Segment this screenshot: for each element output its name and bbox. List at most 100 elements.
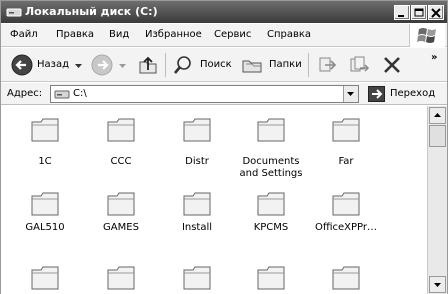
maximize-button[interactable] bbox=[411, 5, 427, 20]
folder-icon bbox=[332, 266, 360, 290]
folders-label: Папки bbox=[269, 59, 302, 70]
close-icon bbox=[431, 8, 441, 18]
go-button[interactable]: Переход bbox=[366, 85, 444, 103]
copy-to-button[interactable] bbox=[346, 52, 372, 78]
address-bar: Адрес: C:\ Переход bbox=[1, 83, 447, 105]
go-label: Переход bbox=[390, 88, 436, 99]
folder-icon bbox=[31, 118, 59, 142]
folder-icon bbox=[107, 118, 135, 142]
delete-button[interactable] bbox=[379, 52, 405, 78]
toolbar-separator bbox=[165, 53, 166, 77]
folder-icon bbox=[257, 192, 285, 216]
folder-icon bbox=[107, 266, 135, 290]
folder-label: CCC bbox=[110, 156, 132, 167]
folder-item[interactable] bbox=[83, 264, 159, 294]
search-label: Поиск bbox=[200, 59, 232, 70]
address-input[interactable]: C:\ bbox=[50, 85, 359, 103]
title-bar[interactable]: Локальный диск (C:) bbox=[1, 1, 447, 23]
address-dropdown-button[interactable] bbox=[343, 86, 358, 102]
folder-icon bbox=[31, 266, 59, 290]
folder-item[interactable] bbox=[233, 264, 309, 294]
move-to-icon bbox=[319, 57, 337, 72]
forward-arrow-icon bbox=[91, 54, 113, 76]
folder-item[interactable]: Distr bbox=[159, 116, 235, 176]
folders-button[interactable]: Папки bbox=[239, 52, 303, 78]
drive-icon bbox=[6, 8, 22, 17]
address-value: C:\ bbox=[73, 88, 87, 99]
menu-tools[interactable]: Сервис bbox=[214, 29, 251, 40]
toolbar-overflow-chevron[interactable]: » bbox=[431, 52, 437, 63]
folder-icon bbox=[257, 266, 285, 290]
explorer-window: Локальный диск (C:) Файл Правка Вид Избр… bbox=[0, 0, 448, 294]
menu-favorites[interactable]: Избранное bbox=[145, 29, 202, 40]
folder-item[interactable] bbox=[7, 264, 83, 294]
chevron-down-icon bbox=[119, 64, 126, 68]
folders-icon bbox=[242, 60, 262, 73]
chevron-down-icon bbox=[75, 64, 82, 68]
maximize-icon bbox=[414, 8, 424, 17]
folder-label: OfficeXPPr… bbox=[314, 222, 378, 233]
folder-label: GAMES bbox=[103, 222, 139, 233]
drive-icon bbox=[54, 90, 70, 99]
minimize-icon bbox=[398, 15, 404, 17]
folder-label: KPCMS bbox=[253, 222, 289, 233]
back-button[interactable]: Назад bbox=[9, 52, 85, 78]
folder-up-icon bbox=[139, 56, 157, 74]
folder-view: 1C CCC Distr Documents and Settings Far … bbox=[1, 106, 427, 294]
menu-view[interactable]: Вид bbox=[109, 29, 129, 40]
back-arrow-icon bbox=[11, 54, 33, 76]
minimize-button[interactable] bbox=[394, 5, 410, 20]
folder-label: Documents and Settings bbox=[239, 156, 303, 179]
folder-label: GAL510 bbox=[25, 222, 65, 233]
toolbar: Назад Поиск Папки » bbox=[1, 48, 447, 82]
folder-item[interactable] bbox=[308, 264, 384, 294]
search-button[interactable]: Поиск bbox=[170, 52, 234, 78]
up-folder-button[interactable] bbox=[135, 52, 161, 78]
folder-item[interactable]: OfficeXPPr… bbox=[308, 190, 384, 246]
folder-icon bbox=[183, 266, 211, 290]
folder-item[interactable]: Install bbox=[159, 190, 235, 246]
folder-icon bbox=[257, 118, 285, 142]
vertical-scrollbar[interactable] bbox=[427, 106, 447, 294]
scroll-thumb[interactable] bbox=[429, 125, 446, 147]
windows-logo bbox=[409, 24, 445, 47]
toolbar-separator bbox=[308, 53, 309, 77]
forward-button[interactable] bbox=[89, 52, 129, 78]
chevron-up-icon bbox=[434, 113, 441, 117]
folder-item[interactable]: 1C bbox=[7, 116, 83, 176]
folder-label: Far bbox=[338, 156, 354, 167]
menu-file[interactable]: Файл bbox=[10, 29, 38, 40]
chevron-down-icon bbox=[347, 92, 354, 96]
scroll-down-button[interactable] bbox=[429, 276, 446, 293]
folder-item[interactable]: GAL510 bbox=[7, 190, 83, 246]
copy-to-icon bbox=[350, 56, 370, 72]
scroll-up-button[interactable] bbox=[429, 107, 446, 124]
folder-item[interactable]: Far bbox=[308, 116, 384, 176]
search-icon bbox=[174, 56, 191, 74]
menu-help[interactable]: Справка bbox=[267, 29, 311, 40]
chevron-down-icon bbox=[434, 283, 441, 287]
address-label: Адрес: bbox=[7, 88, 43, 99]
folder-label: Distr bbox=[185, 156, 209, 167]
windows-flag-icon bbox=[417, 28, 436, 43]
move-to-button[interactable] bbox=[314, 52, 340, 78]
folder-item[interactable]: Documents and Settings bbox=[233, 116, 309, 179]
menu-edit[interactable]: Правка bbox=[56, 29, 94, 40]
close-button[interactable] bbox=[428, 5, 444, 20]
go-arrow-icon bbox=[368, 86, 385, 102]
folder-label: 1C bbox=[38, 156, 52, 167]
folder-icon bbox=[31, 192, 59, 216]
window-title: Локальный диск (C:) bbox=[25, 5, 158, 18]
delete-x-icon bbox=[384, 57, 400, 73]
folder-icon bbox=[107, 192, 135, 216]
folder-icon bbox=[183, 118, 211, 142]
folder-item[interactable]: CCC bbox=[83, 116, 159, 176]
folder-icon bbox=[183, 192, 211, 216]
folder-icon bbox=[332, 118, 360, 142]
folder-item[interactable]: KPCMS bbox=[233, 190, 309, 246]
folder-icon bbox=[332, 192, 360, 216]
menu-bar: Файл Правка Вид Избранное Сервис Справка bbox=[1, 24, 447, 47]
folder-item[interactable]: GAMES bbox=[83, 190, 159, 246]
folder-item[interactable] bbox=[159, 264, 235, 294]
folder-label: Install bbox=[181, 222, 213, 233]
